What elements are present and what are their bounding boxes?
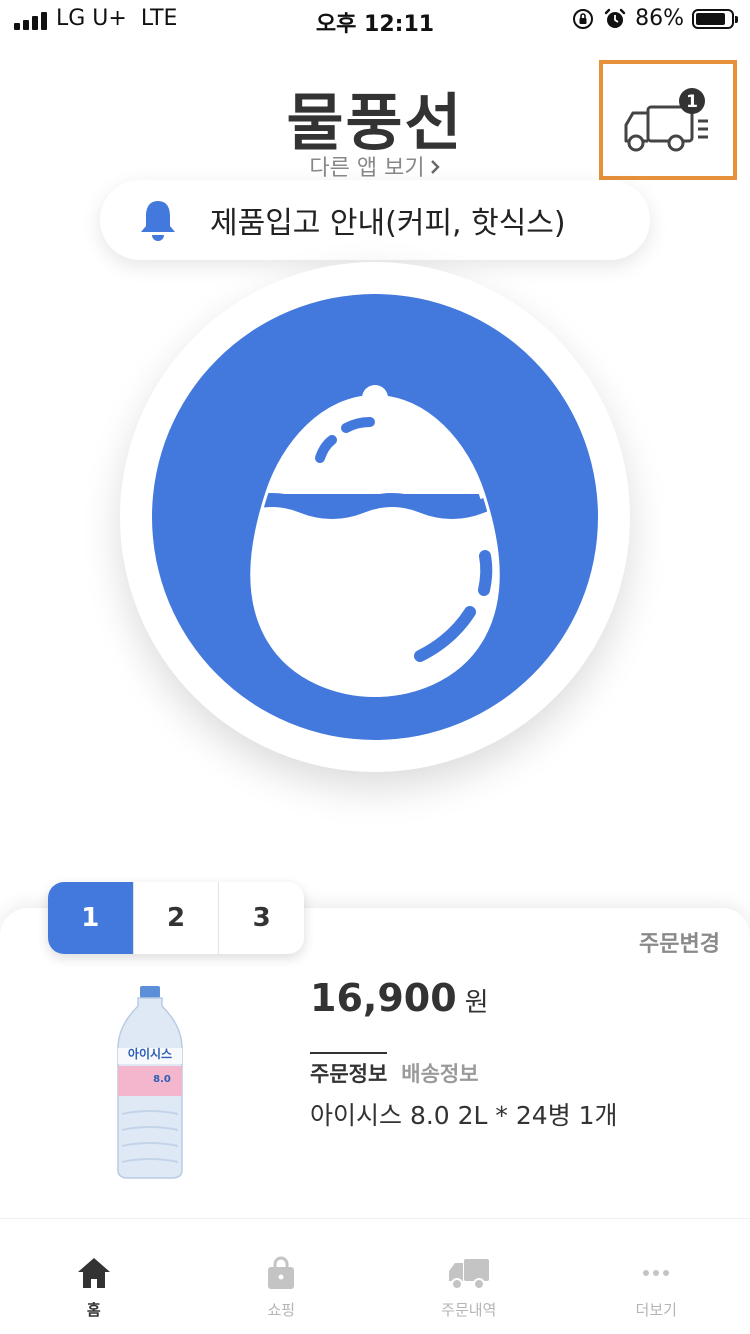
price-currency: 원 [464,988,489,1018]
nav-order-history[interactable]: 주문내역 [375,1219,563,1334]
truck-icon: 1 [624,88,708,152]
water-balloon-icon [250,385,500,698]
more-dots-icon [643,1270,670,1276]
water-balloon-order-button[interactable] [120,262,630,772]
order-info-tab[interactable]: 주문정보 [310,1052,388,1088]
nav-more[interactable]: 더보기 [563,1219,750,1334]
nav-home[interactable]: 홈 [0,1219,188,1334]
water-balloon-circle [152,294,598,740]
order-tab-3[interactable]: 3 [218,882,304,954]
chevron-right-icon [430,160,440,174]
order-detail-text: 아이시스 8.0 2L * 24병 1개 [310,1101,618,1130]
product-label-sub: 8.0 [153,1074,171,1085]
delivery-status-button[interactable]: 1 [599,60,737,180]
nav-shopping-label: 쇼핑 [267,1301,296,1319]
battery-icon [692,8,738,29]
bottom-nav: 홈 쇼핑 주문내역 더보기 [0,1218,750,1334]
bell-icon [141,201,175,241]
delivery-info-tab[interactable]: 배송정보 [401,1052,478,1088]
product-label-text: 아이시스 [128,1046,172,1061]
nav-shopping[interactable]: 쇼핑 [188,1219,376,1334]
order-tab-2[interactable]: 2 [132,882,219,954]
status-bar: LG U+ LTE 오후 12:11 86% [0,0,750,40]
battery-percentage: 86% [635,6,684,31]
nav-home-label: 홈 [86,1301,101,1319]
battery-fill [696,12,725,25]
app-screen: LG U+ LTE 오후 12:11 86% 물풍선 다른 앱 보기 1 제품입… [0,0,750,1334]
change-order-button[interactable]: 주문변경 [639,926,720,958]
nav-order-history-label: 주문내역 [441,1301,497,1319]
order-info-tabs: 주문정보 배송정보 [310,1052,479,1088]
order-tabs: 1 2 3 [48,882,304,954]
other-apps-label: 다른 앱 보기 [309,156,425,181]
badge-count: 1 [686,92,698,112]
price-value: 16,900 [310,976,457,1020]
home-icon [77,1258,110,1288]
orientation-lock-icon [573,8,594,29]
alarm-icon [604,8,626,28]
order-tab-1[interactable]: 1 [48,882,133,954]
product-image: 아이시스 8.0 [117,986,183,1179]
shopping-bag-icon [268,1256,295,1289]
truck-icon [448,1259,489,1290]
nav-more-label: 더보기 [635,1301,677,1319]
notice-banner[interactable]: 제품입고 안내(커피, 핫식스) [100,180,650,260]
notice-text: 제품입고 안내(커피, 핫식스) [210,206,566,241]
status-right: 86% [571,6,738,31]
order-price: 16,900 원 [310,976,489,1020]
